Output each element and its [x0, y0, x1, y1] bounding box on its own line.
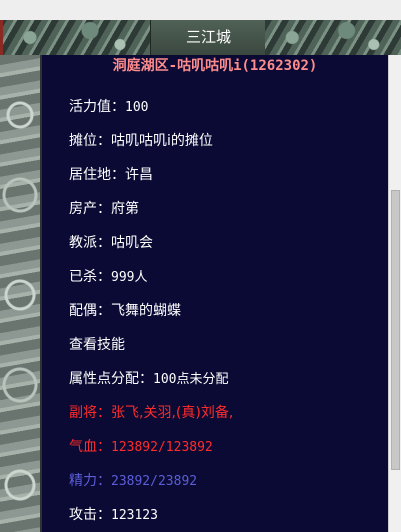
stat-label: 气血： [69, 439, 111, 455]
stat-row-attack: 攻击：123123 [69, 505, 158, 526]
stat-row-stall[interactable]: 摊位：咕叽咕叽i的摊位 [69, 131, 213, 151]
stat-row-sect[interactable]: 教派：咕叽会 [69, 233, 153, 253]
stat-row-property: 房产：府第 [69, 199, 139, 219]
location-header: 洞庭湖区-咕叽咕叽i(1262302) [112, 58, 318, 74]
stat-label: 精力： [69, 473, 111, 489]
game-screen: 三江城 洞庭湖区-咕叽咕叽i(1262302) 活力值：100 摊位：咕叽咕叽i… [0, 0, 401, 532]
vertical-scrollbar[interactable] [388, 55, 401, 532]
stat-value: 许昌 [125, 167, 153, 183]
title-ornament-right [265, 20, 401, 55]
attribute-points-link[interactable]: 100点未分配 [153, 372, 228, 387]
stall-link[interactable]: 咕叽咕叽i的摊位 [111, 133, 213, 149]
stat-value: 123892/123892 [111, 440, 213, 455]
stat-value: 999人 [111, 270, 148, 285]
stat-value: 府第 [111, 201, 139, 217]
stat-label: 副将： [69, 405, 111, 421]
stat-label: 教派： [69, 235, 111, 251]
spouse-link[interactable]: 飞舞的蝴蝶 [111, 303, 181, 319]
stat-label: 活力值： [69, 99, 125, 115]
stat-row-generals: 副将：张飞,关羽,(真)刘备, [69, 403, 233, 423]
stat-row-energy: 精力：23892/23892 [69, 471, 197, 492]
stat-label: 居住地： [69, 167, 125, 183]
city-title: 三江城 [150, 20, 267, 55]
stat-label: 配偶： [69, 303, 111, 319]
stat-value: 23892/23892 [111, 474, 198, 489]
title-bar: 三江城 [0, 0, 401, 55]
stat-label: 已杀： [69, 269, 111, 285]
stat-row-attribute-points[interactable]: 属性点分配：100点未分配 [69, 369, 228, 390]
stat-row-vitality: 活力值：100 [69, 97, 148, 118]
title-ornament-left [0, 20, 150, 55]
scrollbar-thumb[interactable] [391, 190, 400, 470]
stat-value: 张飞,关羽,(真)刘备, [111, 405, 234, 421]
character-info-panel: 洞庭湖区-咕叽咕叽i(1262302) 活力值：100 摊位：咕叽咕叽i的摊位 … [42, 55, 388, 532]
stat-row-kills: 已杀：999人 [69, 267, 147, 288]
stat-row-residence: 居住地：许昌 [69, 165, 153, 185]
stat-label: 房产： [69, 201, 111, 217]
sect-link[interactable]: 咕叽会 [111, 235, 153, 251]
view-skills-link[interactable]: 查看技能 [69, 335, 125, 355]
stat-value: 123123 [111, 508, 158, 523]
stat-label: 属性点分配： [69, 371, 153, 387]
stat-value: 100 [125, 100, 149, 115]
left-ornament-border [0, 55, 42, 532]
stat-label: 摊位： [69, 133, 111, 149]
stat-row-spouse[interactable]: 配偶：飞舞的蝴蝶 [69, 301, 181, 321]
stat-row-hp: 气血：123892/123892 [69, 437, 213, 458]
stat-label: 攻击： [69, 507, 111, 523]
